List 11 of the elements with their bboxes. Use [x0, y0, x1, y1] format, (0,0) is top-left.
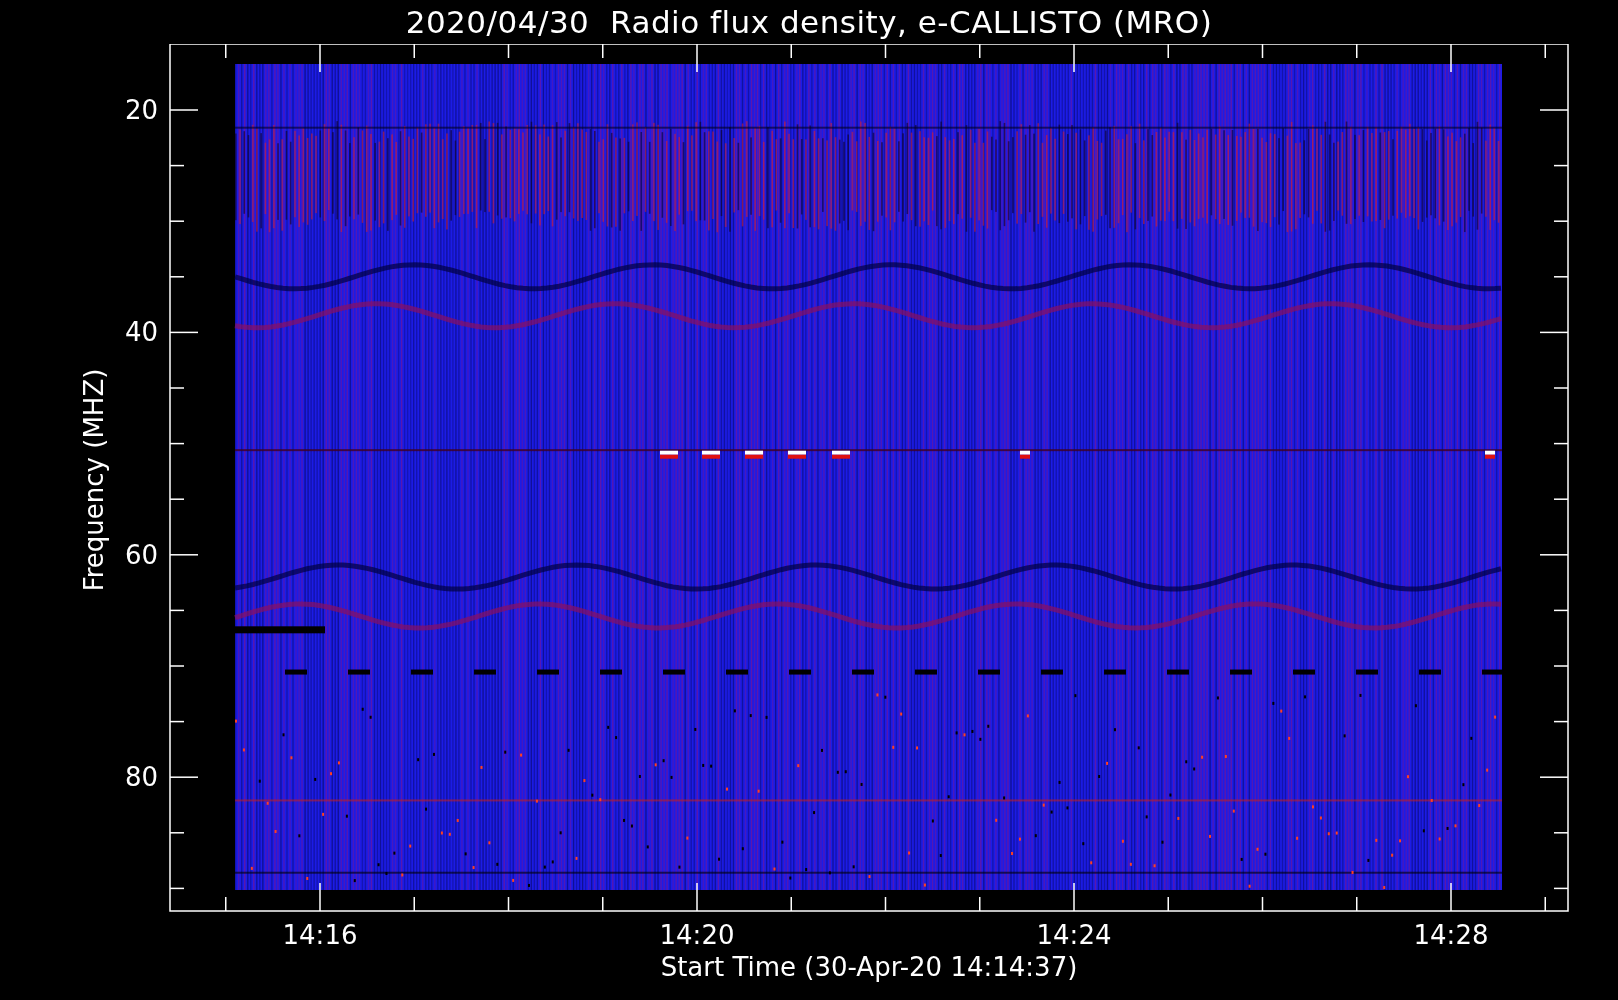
- y-tick-label: 20: [124, 95, 158, 125]
- x-axis-title: Start Time (30-Apr-20 14:14:37): [660, 952, 1078, 982]
- y-tick-label: 60: [124, 539, 158, 570]
- x-tick-label: 14:24: [1036, 920, 1112, 950]
- x-tick-label: 14:20: [659, 920, 735, 950]
- x-tick-label: 14:16: [282, 920, 358, 950]
- y-tick-label: 40: [124, 317, 158, 348]
- x-tick-label: 14:28: [1413, 920, 1489, 950]
- y-axis-title: Frequency (MHZ): [79, 368, 109, 592]
- y-tick-label: 80: [124, 762, 158, 793]
- chart-title: 2020/04/30 Radio flux density, e-CALLISTO (MRO): [404, 3, 1214, 42]
